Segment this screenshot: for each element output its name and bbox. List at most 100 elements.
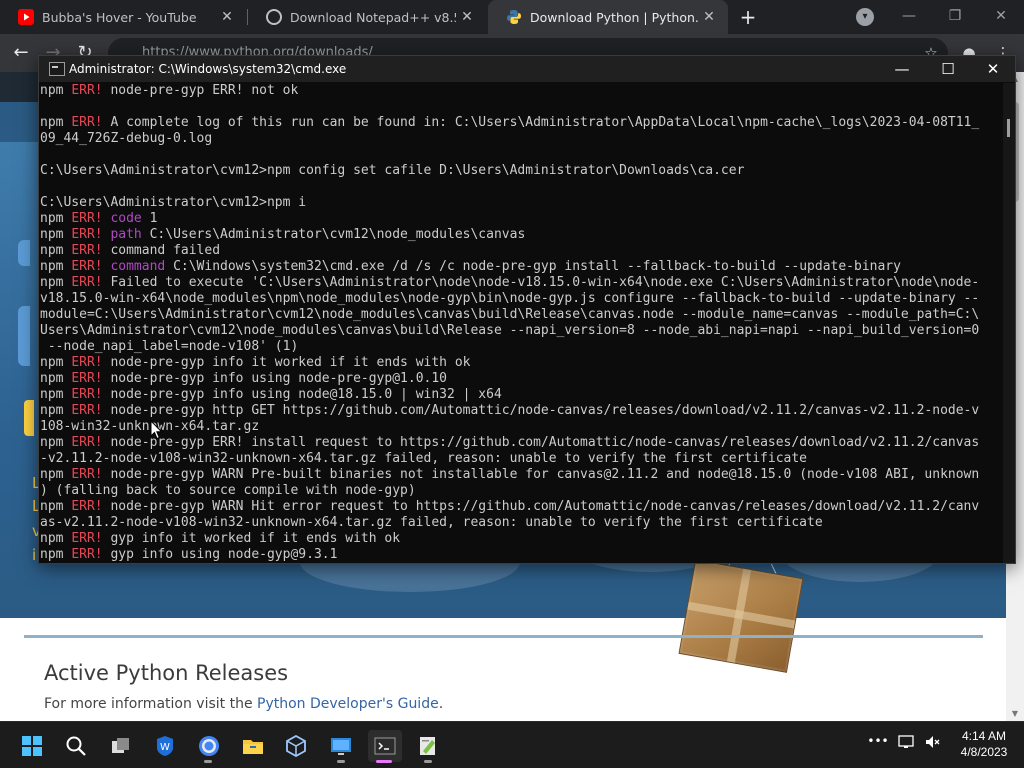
- network-icon[interactable]: [896, 734, 916, 754]
- console-text: npm: [40, 211, 72, 226]
- clock-date: 4/8/2023: [960, 745, 1008, 759]
- console-line: npm ERR! command failed: [40, 243, 1003, 259]
- volume-muted-icon[interactable]: [922, 734, 942, 754]
- console-text: C:\Users\Administrator\cvm12>npm config …: [40, 163, 745, 178]
- taskbar-chrome[interactable]: [192, 730, 226, 762]
- console-text: npm: [40, 259, 72, 274]
- cmd-scrollbar-thumb[interactable]: [1007, 119, 1010, 137]
- subtitle-period: .: [438, 696, 444, 712]
- browser-minimize-button[interactable]: —: [894, 4, 924, 28]
- console-text: module=C:\Users\Administrator\cvm12\node…: [40, 307, 980, 322]
- console-line: npm ERR! A complete log of this run can …: [40, 115, 1003, 131]
- console-text: npm: [40, 467, 72, 482]
- console-keyword: code: [110, 211, 142, 226]
- console-text: command failed: [102, 243, 221, 258]
- taskbar-file-explorer[interactable]: [236, 730, 270, 762]
- console-line: npm ERR! node-pre-gyp WARN Pre-built bin…: [40, 467, 1003, 483]
- cmd-minimize-button[interactable]: —: [879, 56, 925, 82]
- console-line: -v2.11.2-node-v108-win32-unknown-x64.tar…: [40, 451, 1003, 467]
- console-line: npm ERR! node-pre-gyp WARN Hit error req…: [40, 499, 1003, 515]
- console-text: node-pre-gyp info using node@18.15.0 | w…: [102, 387, 502, 402]
- taskbar-terminal[interactable]: [368, 730, 402, 762]
- console-text: ) (falling back to source compile with n…: [40, 483, 416, 498]
- taskbar-app-a[interactable]: W: [148, 730, 182, 762]
- cmd-scrollbar[interactable]: [1003, 83, 1015, 563]
- console-text: -v2.11.2-node-v108-win32-unknown-x64.tar…: [40, 451, 808, 466]
- console-line: npm ERR! Failed to execute 'C:\Users\Adm…: [40, 275, 1003, 291]
- taskbar-notepad-plus-plus[interactable]: [411, 730, 445, 762]
- notepad-plus-plus-icon: [417, 735, 439, 757]
- console-line: npm ERR! node-pre-gyp info using node-pr…: [40, 371, 1003, 387]
- console-err-tag: ERR!: [71, 435, 103, 450]
- python-icon: [506, 9, 522, 25]
- tab-close-icon[interactable]: ✕: [216, 9, 238, 25]
- console-line: npm ERR! command C:\Windows\system32\cmd…: [40, 259, 1003, 275]
- tray-overflow-icon[interactable]: •••: [866, 734, 890, 748]
- console-err-tag: ERR!: [71, 83, 103, 98]
- scroll-down-arrow-icon[interactable]: ▼: [1006, 707, 1024, 721]
- parachute-package-illustration: [678, 559, 804, 673]
- console-keyword: path: [110, 227, 142, 242]
- console-text: C:\Users\Administrator\cvm12\node_module…: [141, 227, 526, 242]
- start-button[interactable]: [15, 730, 49, 762]
- console-line: 09_44_726Z-debug-0.log: [40, 131, 1003, 147]
- new-tab-button[interactable]: +: [736, 5, 760, 29]
- console-err-tag: ERR!: [71, 403, 103, 418]
- cmd-close-button[interactable]: ✕: [970, 56, 1016, 82]
- console-err-tag: ERR!: [71, 227, 103, 242]
- hero-tab-fragment: [18, 240, 30, 266]
- console-text: A complete log of this run can be found …: [102, 115, 980, 130]
- hero-tab-fragment: [18, 306, 30, 366]
- console-text: Failed to execute 'C:\Users\Administrato…: [102, 275, 980, 290]
- console-err-tag: ERR!: [71, 275, 103, 290]
- file-explorer-icon: [242, 735, 264, 757]
- tab-youtube[interactable]: Bubba's Hover - YouTube ✕: [0, 0, 246, 34]
- globe-icon: [266, 9, 282, 25]
- cmd-maximize-button[interactable]: ☐: [925, 56, 971, 82]
- cmd-title-bar[interactable]: Administrator: C:\Windows\system32\cmd.e…: [39, 56, 1015, 82]
- console-text: npm: [40, 403, 72, 418]
- tab-close-icon[interactable]: ✕: [456, 9, 478, 25]
- console-text: node-pre-gyp WARN Pre-built binaries not…: [102, 467, 980, 482]
- browser-close-button[interactable]: ✕: [986, 4, 1016, 28]
- console-text: node-pre-gyp WARN Hit error request to h…: [102, 499, 980, 514]
- taskbar-search-button[interactable]: [59, 730, 93, 762]
- developers-guide-link[interactable]: Python Developer's Guide: [257, 696, 439, 712]
- browser-restore-button[interactable]: ❐: [940, 4, 970, 28]
- console-line: npm ERR! node-pre-gyp info it worked if …: [40, 355, 1003, 371]
- console-line: npm ERR! code 1: [40, 211, 1003, 227]
- console-text: npm: [40, 435, 72, 450]
- task-view-button[interactable]: [104, 730, 138, 762]
- subtitle-text: For more information visit the: [44, 696, 258, 712]
- console-err-tag: ERR!: [71, 531, 103, 546]
- youtube-icon: [18, 9, 34, 25]
- tab-notepad-plus-plus[interactable]: Download Notepad++ v8.5.2 | N ✕: [248, 0, 486, 34]
- taskbar-virtualbox[interactable]: [279, 730, 313, 762]
- tab-python-downloads[interactable]: Download Python | Python.org ✕: [488, 0, 728, 34]
- tab-label: Bubba's Hover - YouTube: [42, 9, 197, 25]
- console-text: C:\Users\Administrator\cvm12>npm i: [40, 195, 307, 210]
- back-arrow-icon[interactable]: ←: [8, 41, 34, 65]
- app-icon-a: W: [154, 735, 176, 757]
- system-clock[interactable]: 4:14 AM 4/8/2023: [944, 728, 1024, 760]
- console-text: v18.15.0-win-x64\node_modules\npm\node_m…: [40, 291, 980, 306]
- cmd-app-icon[interactable]: [49, 62, 65, 76]
- active-releases-heading: Active Python Releases: [44, 661, 289, 685]
- cmd-console-output[interactable]: npm ERR! node-pre-gyp ERR! not ok npm ERR…: [39, 83, 1003, 563]
- tab-strip: Bubba's Hover - YouTube ✕ Download Notep…: [0, 0, 1024, 34]
- search-icon: [65, 735, 87, 757]
- console-text: node-pre-gyp info it worked if it ends w…: [102, 355, 471, 370]
- tab-close-icon[interactable]: ✕: [698, 9, 720, 25]
- console-text: npm: [40, 227, 72, 242]
- svg-text:W: W: [160, 742, 170, 753]
- clock-time: 4:14 AM: [961, 729, 1007, 743]
- console-line: npm ERR! gyp info using node-gyp@9.3.1: [40, 547, 1003, 563]
- console-line: npm ERR! path C:\Users\Administrator\cvm…: [40, 227, 1003, 243]
- console-line: npm ERR! gyp info it worked if it ends w…: [40, 531, 1003, 547]
- taskbar-remote-desktop[interactable]: [324, 730, 358, 762]
- tab-search-icon[interactable]: ▾: [856, 8, 874, 26]
- console-text: node-pre-gyp ERR! not ok: [102, 83, 299, 98]
- task-view-icon: [110, 735, 132, 757]
